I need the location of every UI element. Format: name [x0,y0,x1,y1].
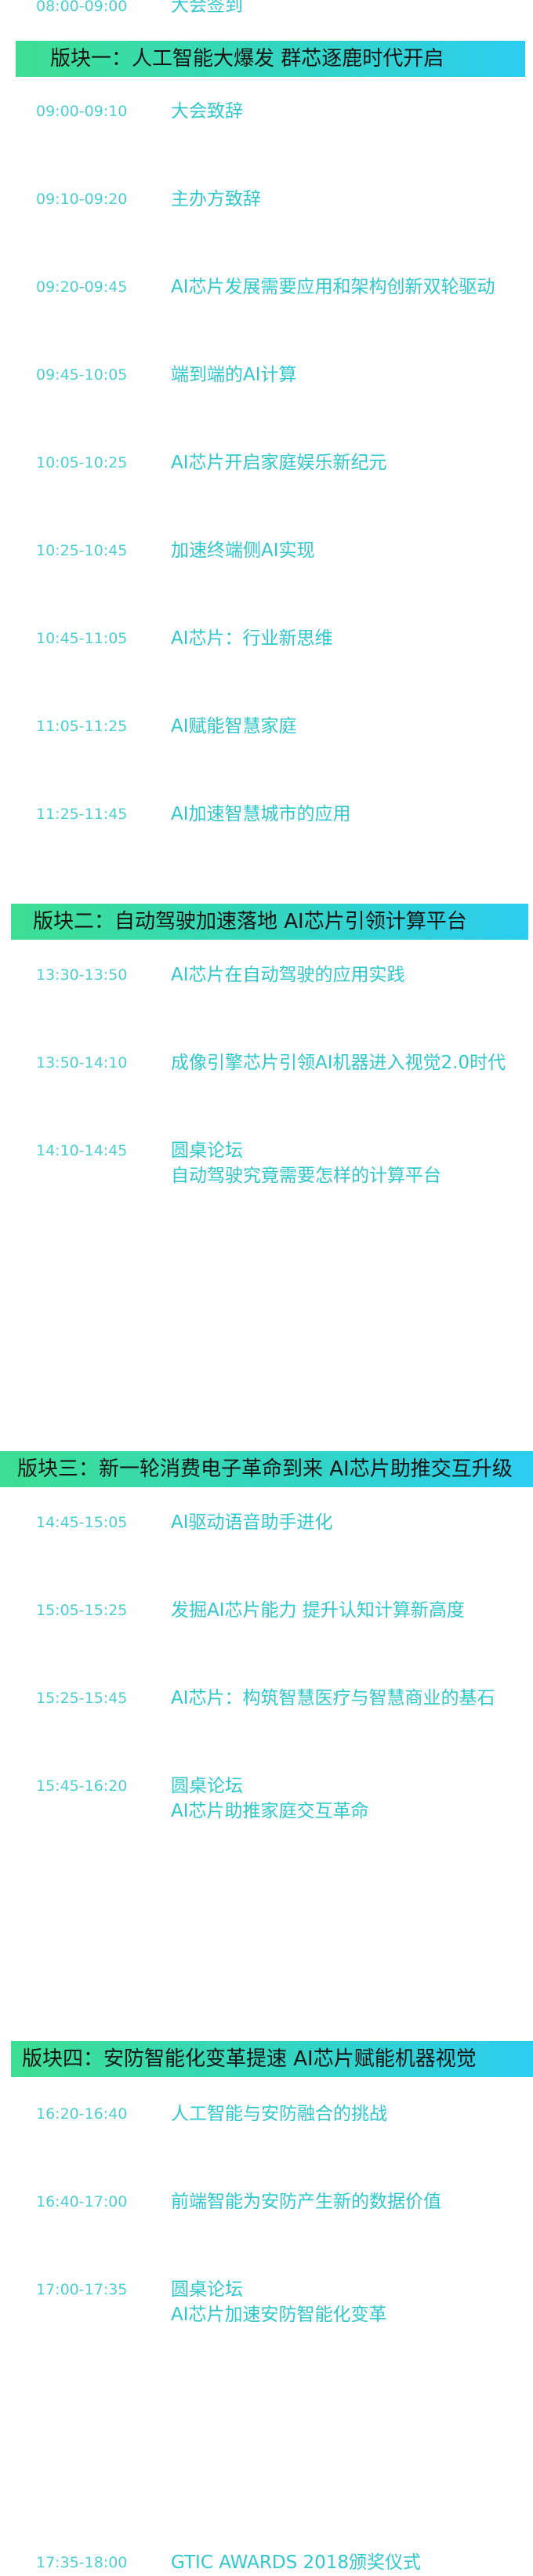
agenda-title: AI芯片发展需要应用和架构创新双轮驱动 [171,277,495,297]
agenda-title: 主办方致辞 [171,189,261,209]
agenda-title: AI芯片：行业新思维 [171,628,333,649]
agenda-time: 14:10-14:45 [36,1142,128,1159]
agenda-title: 圆桌论坛 [171,2279,243,2300]
agenda-time: 15:45-16:20 [36,1777,128,1795]
agenda-time: 08:00-09:00 [36,0,128,15]
agenda-time: 14:45-15:05 [36,1514,128,1531]
agenda-title: AI驱动语音助手进化 [171,1512,333,1533]
agenda-time: 16:40-17:00 [36,2193,128,2210]
section-banner-3: 版块三：新一轮消费电子革命到来 AI芯片助推交互升级 [0,1451,533,1487]
section-banner-text: 版块四：安防智能化变革提速 AI芯片赋能机器视觉 [22,2047,477,2071]
agenda-title: 加速终端侧AI实现 [171,540,315,561]
agenda-time: 16:20-16:40 [36,2105,128,2123]
section-banner-4: 版块四：安防智能化变革提速 AI芯片赋能机器视觉 [11,2041,533,2077]
agenda-time: 15:05-15:25 [36,1602,128,1619]
agenda-time: 09:00-09:10 [36,103,128,120]
agenda-title: 发掘AI芯片能力 提升认知计算新高度 [171,1600,465,1621]
agenda-time: 09:45-10:05 [36,366,128,384]
agenda-title: GTIC AWARDS 2018颁奖仪式 [171,2552,422,2573]
agenda-time: 15:25-15:45 [36,1690,128,1707]
agenda-title: AI芯片开启家庭娱乐新纪元 [171,453,387,473]
agenda-time: 13:50-14:10 [36,1054,128,1072]
agenda-title: 人工智能与安防融合的挑战 [171,2104,387,2124]
agenda-title: AI赋能智慧家庭 [171,716,297,737]
agenda-title: AI芯片：构筑智慧医疗与智慧商业的基石 [171,1688,495,1708]
agenda-subtitle: 自动驾驶究竟需要怎样的计算平台 [171,1166,441,1186]
agenda-time: 17:35-18:00 [36,2554,128,2571]
section-banner-text: 版块一：人工智能大爆发 群芯逐鹿时代开启 [50,47,444,71]
agenda-title: 圆桌论坛 [171,1776,243,1796]
agenda-time: 09:20-09:45 [36,278,128,296]
agenda-title: 大会致辞 [171,101,243,122]
agenda-title: 前端智能为安防产生新的数据价值 [171,2192,441,2212]
agenda-time: 09:10-09:20 [36,191,128,208]
agenda-title: 成像引擎芯片引领AI机器进入视觉2.0时代 [171,1053,506,1073]
section-banner-text: 版块二：自动驾驶加速落地 AI芯片引领计算平台 [33,910,467,933]
agenda-time: 11:25-11:45 [36,806,128,823]
section-banner-text: 版块三：新一轮消费电子革命到来 AI芯片助推交互升级 [17,1457,513,1481]
agenda-subtitle: AI芯片加速安防智能化变革 [171,2305,387,2325]
agenda-time: 10:45-11:05 [36,630,128,647]
agenda-title: AI芯片在自动驾驶的应用实践 [171,965,405,985]
agenda-time: 13:30-13:50 [36,966,128,984]
agenda-title: 圆桌论坛 [171,1141,243,1161]
agenda-time: 17:00-17:35 [36,2281,128,2298]
agenda-time: 10:25-10:45 [36,542,128,559]
agenda-title: 大会签到 [171,0,243,16]
agenda-time: 11:05-11:25 [36,718,128,735]
agenda-title: AI加速智慧城市的应用 [171,804,351,824]
section-banner-2: 版块二：自动驾驶加速落地 AI芯片引领计算平台 [11,904,528,940]
section-banner-1: 版块一：人工智能大爆发 群芯逐鹿时代开启 [16,41,525,77]
agenda-time: 10:05-10:25 [36,454,128,471]
agenda-title: 端到端的AI计算 [171,365,297,385]
agenda-subtitle: AI芯片助推家庭交互革命 [171,1801,369,1821]
